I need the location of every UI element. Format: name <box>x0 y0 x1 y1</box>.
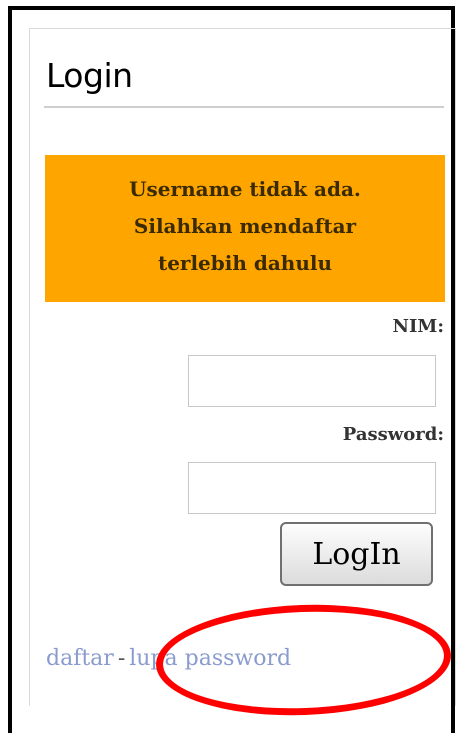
forgot-password-link[interactable]: lupa password <box>129 646 291 671</box>
password-label: Password: <box>342 424 444 445</box>
alert-line: Username tidak ada. <box>129 177 361 201</box>
nim-label: NIM: <box>392 316 444 337</box>
alert-line: Silahkan mendaftar <box>133 214 357 238</box>
register-link[interactable]: daftar <box>46 646 114 671</box>
title-divider <box>44 106 444 108</box>
panel-title: Login <box>46 56 133 95</box>
nim-input[interactable] <box>188 355 436 407</box>
password-input[interactable] <box>188 462 436 514</box>
link-separator: - <box>117 646 126 671</box>
error-alert: Username tidak ada. Silahkan mendaftar t… <box>45 155 445 302</box>
alert-line: terlebih dahulu <box>157 251 333 275</box>
footer-links: daftar - lupa password <box>46 646 291 671</box>
login-button[interactable]: LogIn <box>280 522 433 586</box>
